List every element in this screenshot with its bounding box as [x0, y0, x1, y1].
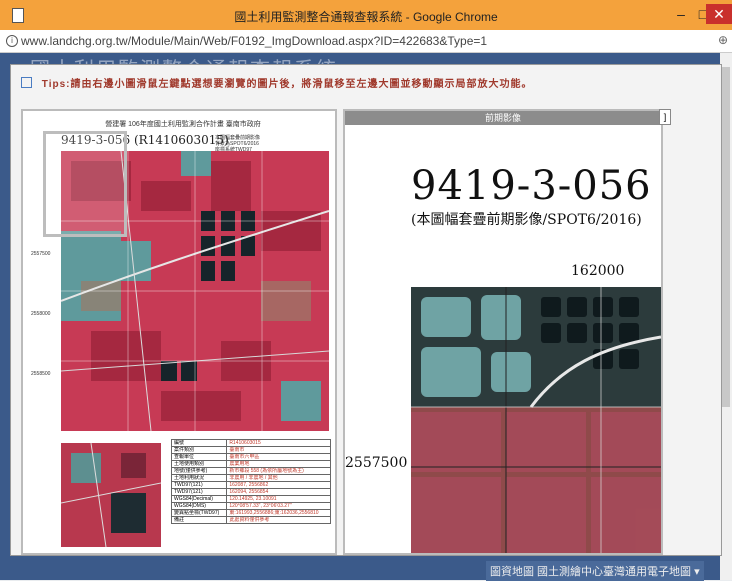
url-text[interactable]: www.landchg.org.tw/Module/Main/Web/F0192… [21, 34, 487, 48]
table-row: 案件類別 臺南市 [170, 446, 331, 454]
zoomed-code: 9419-3-056 [411, 163, 652, 209]
browser-titlebar: 國土利用監測整合通報查報系統 - Google Chrome – □ ✕ [0, 0, 732, 30]
table-cell: 查報單位 [170, 453, 228, 461]
table-cell: 農業用地 [226, 460, 331, 468]
background-map-selector[interactable]: 圖資地圖 國土測繪中心臺灣通用電子地圖 ▾ [486, 561, 704, 581]
table-row: 地號(僅供參考) 新市鄉段 558 (為依所屬地號為主) [170, 467, 331, 475]
table-row: TWD97(121) 162087, 2556862 [170, 481, 331, 489]
info-table: 編號 R1410603015 案件類別 臺南市 查報單位 臺南市六甲區 土地使用類別農… [170, 439, 331, 524]
table-cell: 土地使用類別 [170, 460, 228, 468]
table-row: 土地利用狀況 非農用 / 非農地 / 其他 [170, 474, 331, 482]
checkbox-icon[interactable] [21, 77, 32, 88]
table-cell: TWD97(121) [170, 488, 228, 496]
x-coordinate-label: 162000 [571, 263, 625, 279]
table-row: WGS84(DMS) 120°08'57.33", 23°06'03.27" [170, 502, 331, 510]
table-cell: 東:161993,2556886;東:162036,2556810 [226, 509, 331, 517]
zoomed-caption: (本圖幅套疊前期影像/SPOT6/2016) [411, 212, 642, 228]
table-cell: 此處資料僅供參考 [226, 516, 331, 524]
table-cell: 162087, 2556862 [226, 481, 331, 489]
table-cell: 案件類別 [170, 446, 228, 454]
y-coordinate-label: 2557500 [345, 455, 408, 471]
table-cell: 120°08'57.33", 23°06'03.27" [226, 502, 331, 510]
overview-image-pane[interactable]: 營建署 106年度國土利用監測合作計畫 臺南市政府 9419-3-056 (R1… [21, 109, 337, 555]
table-cell: 編號 [170, 439, 228, 447]
tips-label: Tips:請由右邊小圖滑鼠左鍵點選想要瀏覽的圖片後，將滑鼠移至左邊大圖並移動顯示… [41, 79, 533, 90]
table-row: 土地使用類別 農業用地 [170, 460, 331, 468]
table-cell: WGS84(Decimal) [170, 495, 228, 503]
table-row: 編號 R1410603015 [170, 439, 331, 447]
table-cell: 土地利用狀況 [170, 474, 228, 482]
close-button[interactable]: ✕ [706, 4, 732, 24]
table-cell: 地號(僅供參考) [170, 467, 228, 475]
tips-text: Tips:請由右邊小圖滑鼠左鍵點選想要瀏覽的圖片後，將滑鼠移至左邊大圖並移動顯示… [21, 75, 533, 90]
thumbnail-map-image[interactable] [61, 443, 161, 547]
table-cell: 臺南市 [226, 446, 331, 454]
table-cell: 備註 [170, 516, 228, 524]
table-row: TWD97(121) 162094, 2556854 [170, 488, 331, 496]
table-cell: TWD97(121) [170, 481, 228, 489]
doc-header: 營建署 106年度國土利用監測合作計畫 臺南市政府 [105, 121, 261, 128]
table-row: 備註 此處資料僅供參考 [170, 516, 331, 524]
zoom-icon[interactable]: ⊕ [718, 33, 728, 47]
zoomed-map-image [411, 287, 661, 553]
table-cell: 新市鄉段 558 (為依所屬地號為主) [226, 467, 331, 475]
table-row: WGS84(Decimal) 120.14925, 23.10091 [170, 495, 331, 503]
pane-header: 前期影像 [345, 111, 661, 125]
table-cell: R1410603015 [226, 439, 331, 447]
y-coordinate-label: 2557500 [31, 251, 51, 257]
y-coordinate-label: 2558500 [31, 371, 51, 377]
table-cell: 120.14925, 23.10091 [226, 495, 331, 503]
table-cell: 162094, 2556854 [226, 488, 331, 496]
table-cell: 非農用 / 非農地 / 其他 [226, 474, 331, 482]
pane-toggle-button[interactable]: ] [659, 109, 671, 125]
table-cell: 變異點坐標(TWD97) [170, 509, 228, 517]
table-cell: 臺南市六甲區 [226, 453, 331, 461]
table-cell: WGS84(DMS) [170, 502, 228, 510]
selection-box[interactable] [43, 131, 127, 237]
info-icon[interactable]: i [6, 35, 18, 47]
image-download-modal: Tips:請由右邊小圖滑鼠左鍵點選想要瀏覽的圖片後，將滑鼠移至左邊大圖並移動顯示… [10, 64, 722, 556]
table-row: 查報單位 臺南市六甲區 [170, 453, 331, 461]
zoom-preview-pane[interactable]: 前期影像 9419-3-056 (本圖幅套疊前期影像/SPOT6/2016) 1… [343, 109, 663, 555]
y-coordinate-label: 2558000 [31, 311, 51, 317]
scrollbar-thumb[interactable] [722, 67, 730, 407]
address-bar[interactable]: i www.landchg.org.tw/Module/Main/Web/F01… [0, 30, 732, 53]
table-row: 變異點坐標(TWD97) 東:161993,2556886;東:162036,25… [170, 509, 331, 517]
window-title: 國土利用監測整合通報查報系統 - Google Chrome [234, 10, 498, 24]
